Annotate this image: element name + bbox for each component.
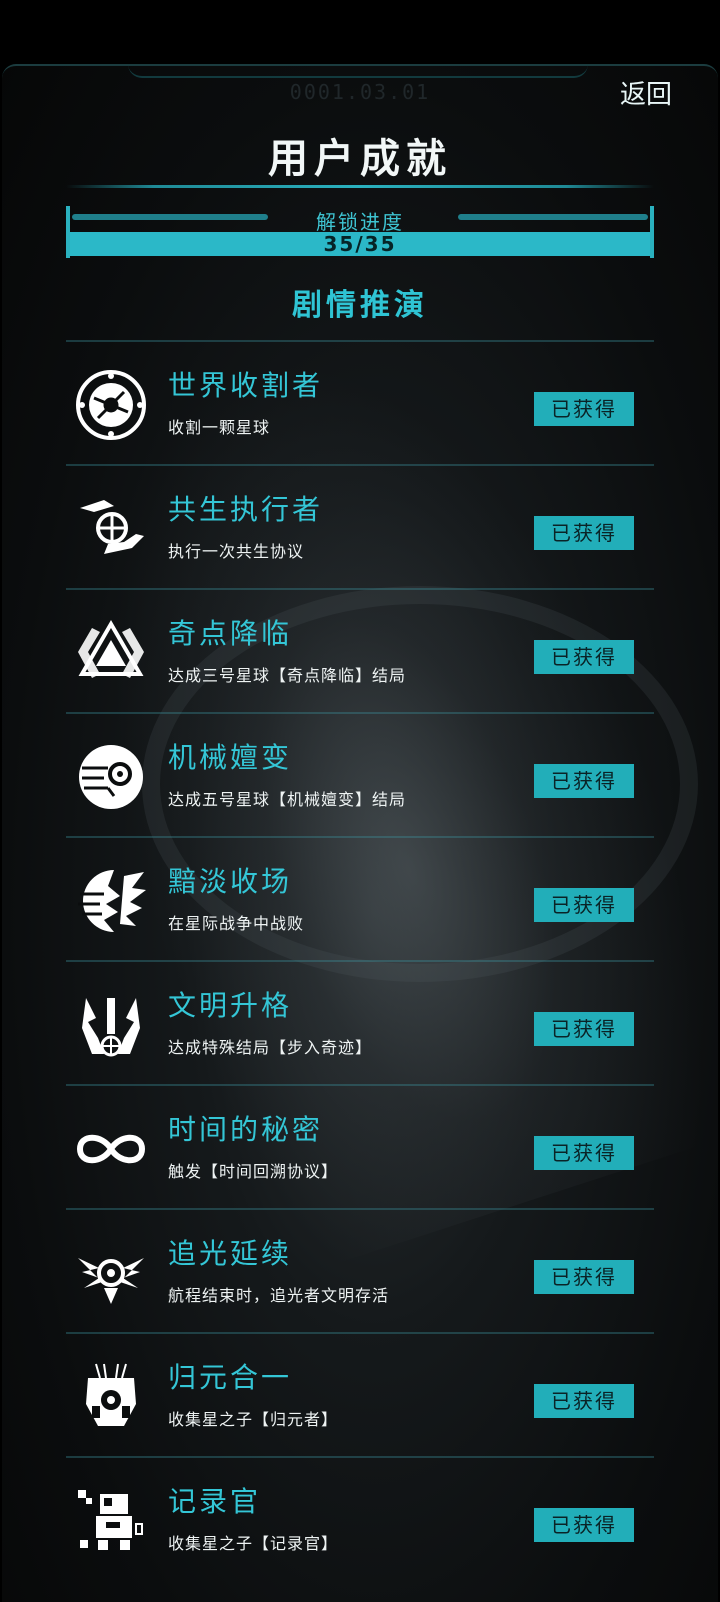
shattered-planet-icon xyxy=(74,864,148,938)
achievement-desc: 收集星之子【归元者】 xyxy=(168,1410,339,1429)
achievement-desc: 在星际战争中战败 xyxy=(168,914,305,933)
achievement-name: 文明升格 xyxy=(168,989,293,1022)
back-button[interactable]: 返回 xyxy=(616,72,676,113)
achievement-name: 归元合一 xyxy=(168,1361,293,1394)
achievement-name: 黯淡收场 xyxy=(168,865,293,898)
harvested-planet-icon xyxy=(74,368,148,442)
winged-sun-icon xyxy=(74,1236,148,1310)
achievement-desc: 航程结束时，追光者文明存活 xyxy=(168,1286,390,1305)
status-badge: 已获得 xyxy=(534,516,634,550)
achievement-row[interactable]: 时间的秘密 触发【时间回溯协议】 已获得 xyxy=(66,1084,654,1212)
status-badge: 已获得 xyxy=(534,1012,634,1046)
status-badge: 已获得 xyxy=(534,1508,634,1542)
top-decoration xyxy=(128,64,588,78)
section-title: 剧情推演 xyxy=(292,288,428,323)
achievement-name: 世界收割者 xyxy=(168,369,324,402)
achievement-desc: 收割一颗星球 xyxy=(168,418,271,437)
achievement-name: 机械嬗变 xyxy=(168,741,293,774)
progress-label: 解锁进度 xyxy=(316,210,404,234)
achievement-row[interactable]: 文明升格 达成特殊结局【步入奇迹】 已获得 xyxy=(66,960,654,1088)
infinity-icon xyxy=(74,1112,148,1186)
achievement-desc: 收集星之子【记录官】 xyxy=(168,1534,339,1553)
achievement-row[interactable]: 记录官 收集星之子【记录官】 已获得 xyxy=(66,1456,654,1584)
achievement-row[interactable]: 归元合一 收集星之子【归元者】 已获得 xyxy=(66,1332,654,1460)
winged-emblem-icon xyxy=(74,988,148,1062)
achievement-desc: 达成三号星球【奇点降临】结局 xyxy=(168,666,407,685)
status-badge: 已获得 xyxy=(534,888,634,922)
achievement-name: 共生执行者 xyxy=(168,493,324,526)
singularity-triangle-icon xyxy=(74,616,148,690)
achievement-name: 奇点降临 xyxy=(168,617,293,650)
achievement-row[interactable]: 追光延续 航程结束时，追光者文明存活 已获得 xyxy=(66,1208,654,1336)
robot-mask-icon xyxy=(74,1360,148,1434)
status-badge: 已获得 xyxy=(534,392,634,426)
title-divider xyxy=(66,185,654,188)
status-badge: 已获得 xyxy=(534,1260,634,1294)
achievement-name: 追光延续 xyxy=(168,1237,293,1270)
achievement-row[interactable]: 世界收割者 收割一颗星球 已获得 xyxy=(66,340,654,468)
progress-value: 35/35 xyxy=(323,232,397,256)
achievement-desc: 达成五号星球【机械嬗变】结局 xyxy=(168,790,407,809)
status-badge: 已获得 xyxy=(534,1384,634,1418)
pixel-robot-icon xyxy=(74,1484,148,1558)
page-title: 用户成就 xyxy=(268,136,452,182)
status-badge: 已获得 xyxy=(534,764,634,798)
globe-in-hand-icon xyxy=(74,492,148,566)
achievement-desc: 触发【时间回溯协议】 xyxy=(168,1162,339,1181)
achievement-desc: 执行一次共生协议 xyxy=(168,542,305,561)
mechanical-orb-icon xyxy=(74,740,148,814)
achievement-row[interactable]: 黯淡收场 在星际战争中战败 已获得 xyxy=(66,836,654,964)
achievement-row[interactable]: 共生执行者 执行一次共生协议 已获得 xyxy=(66,464,654,592)
achievement-row[interactable]: 奇点降临 达成三号星球【奇点降临】结局 已获得 xyxy=(66,588,654,716)
achievement-name: 时间的秘密 xyxy=(168,1113,324,1146)
unlock-progress: 解锁进度 35/35 xyxy=(66,206,654,260)
serial-number: 0001.03.01 xyxy=(289,80,431,104)
achievement-name: 记录官 xyxy=(168,1485,262,1518)
status-badge: 已获得 xyxy=(534,1136,634,1170)
achievement-row[interactable]: 机械嬗变 达成五号星球【机械嬗变】结局 已获得 xyxy=(66,712,654,840)
status-badge: 已获得 xyxy=(534,640,634,674)
achievement-desc: 达成特殊结局【步入奇迹】 xyxy=(168,1038,373,1057)
